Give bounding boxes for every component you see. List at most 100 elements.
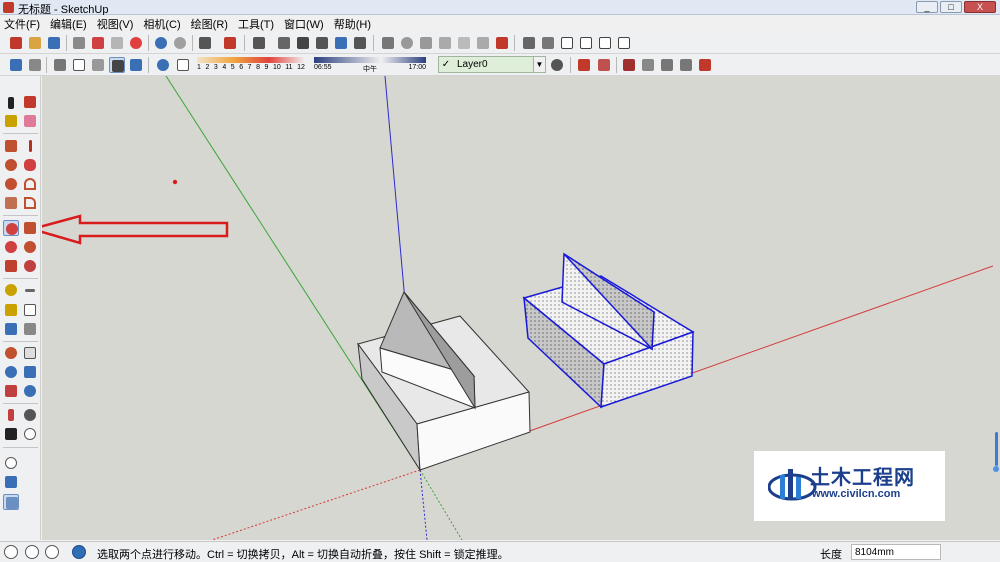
iso-view-icon[interactable] — [314, 35, 330, 51]
dimension-icon[interactable] — [22, 282, 38, 298]
section-plane-icon[interactable] — [22, 426, 38, 442]
menu-view[interactable]: 视图(V) — [97, 16, 134, 32]
menu-file[interactable]: 文件(F) — [4, 16, 40, 32]
geo-location-icon[interactable] — [4, 545, 18, 559]
look-around-icon[interactable] — [22, 407, 38, 423]
share-icon[interactable] — [475, 35, 491, 51]
save-icon[interactable] — [46, 35, 62, 51]
left-view-icon[interactable] — [418, 35, 434, 51]
layer-manager-icon[interactable] — [549, 57, 565, 73]
protractor-icon[interactable] — [3, 302, 19, 318]
two-point-arc-icon[interactable] — [22, 195, 38, 211]
menu-window[interactable]: 窗口(W) — [284, 16, 324, 32]
erase-icon[interactable] — [128, 35, 144, 51]
section-icon[interactable] — [494, 35, 510, 51]
measurements-input[interactable]: 8104mm — [851, 544, 941, 560]
scale-icon[interactable] — [3, 258, 19, 274]
rotate-icon[interactable] — [3, 239, 19, 255]
shadow-month-slider[interactable]: 1 2 3 4 5 6 7 8 9 10 11 12 — [197, 57, 305, 75]
xray-icon[interactable] — [8, 57, 24, 73]
layer-selector[interactable]: ✓ Layer0 ▼ — [438, 56, 546, 73]
model-info-icon[interactable] — [222, 35, 238, 51]
menu-edit[interactable]: 编辑(E) — [50, 16, 87, 32]
undo-icon[interactable] — [153, 35, 169, 51]
group-icon[interactable] — [276, 35, 292, 51]
shaded-icon[interactable] — [90, 57, 106, 73]
redo-icon[interactable] — [172, 35, 188, 51]
front-view-icon[interactable] — [352, 35, 368, 51]
eraser-icon[interactable] — [22, 113, 38, 129]
shadow-time-slider[interactable]: 06:55 中午 17:00 — [314, 57, 426, 75]
menu-camera[interactable]: 相机(C) — [143, 16, 180, 32]
pie-icon[interactable] — [3, 195, 19, 211]
shadow-settings-icon[interactable] — [175, 57, 191, 73]
back-edges-icon[interactable] — [27, 57, 43, 73]
sandbox-scratch-icon[interactable] — [596, 57, 612, 73]
sandbox-contours-icon[interactable] — [576, 57, 592, 73]
menu-tools[interactable]: 工具(T) — [238, 16, 274, 32]
minimize-button[interactable]: _ — [916, 1, 938, 13]
shop-icon[interactable] — [578, 35, 594, 51]
select-icon[interactable] — [3, 94, 19, 110]
circle-icon[interactable] — [3, 157, 19, 173]
help-icon[interactable] — [72, 545, 86, 559]
paint-bucket-icon[interactable] — [3, 113, 19, 129]
orbit-icon[interactable] — [3, 345, 19, 361]
building-icon[interactable] — [616, 35, 632, 51]
monochrome-icon[interactable] — [128, 57, 144, 73]
smoove-icon[interactable] — [621, 57, 637, 73]
shadows-toggle-icon[interactable] — [155, 57, 171, 73]
maximize-button[interactable]: □ — [940, 1, 962, 13]
zoom-extents-icon[interactable] — [3, 383, 19, 399]
chevron-down-icon[interactable]: ▼ — [533, 57, 545, 72]
add-location-icon[interactable] — [3, 455, 19, 471]
offset-icon[interactable] — [22, 258, 38, 274]
drape-icon[interactable] — [659, 57, 675, 73]
photo-texture-icon[interactable] — [3, 494, 19, 510]
new-icon[interactable] — [8, 35, 24, 51]
freehand-icon[interactable] — [22, 157, 38, 173]
text-icon[interactable] — [22, 302, 38, 318]
home-icon[interactable] — [559, 35, 575, 51]
close-button[interactable]: X — [964, 1, 996, 13]
tape-measure-icon[interactable] — [3, 282, 19, 298]
zoom-slider-knob[interactable] — [993, 466, 999, 472]
house-icon[interactable] — [521, 35, 537, 51]
top-view-icon[interactable] — [333, 35, 349, 51]
menu-help[interactable]: 帮助(H) — [334, 16, 371, 32]
arc-icon[interactable] — [22, 176, 38, 192]
warehouse-icon[interactable] — [456, 35, 472, 51]
add-detail-icon[interactable] — [678, 57, 694, 73]
selected-copy-object[interactable] — [522, 252, 695, 409]
make-component-tool-icon[interactable] — [22, 94, 38, 110]
cut-icon[interactable] — [71, 35, 87, 51]
print-icon[interactable] — [197, 35, 213, 51]
pan-icon[interactable] — [22, 345, 38, 361]
position-camera-icon[interactable] — [3, 407, 19, 423]
stamp-icon[interactable] — [640, 57, 656, 73]
menu-draw[interactable]: 绘图(R) — [191, 16, 228, 32]
zoom-slider[interactable] — [993, 432, 999, 472]
paste-icon[interactable] — [109, 35, 125, 51]
copy-icon[interactable] — [90, 35, 106, 51]
roof-icon[interactable] — [597, 35, 613, 51]
box-icon[interactable] — [540, 35, 556, 51]
walk-icon[interactable] — [3, 426, 19, 442]
follow-me-icon[interactable] — [22, 239, 38, 255]
component-icon[interactable] — [251, 35, 267, 51]
camera-icon[interactable] — [437, 35, 453, 51]
rectangle-icon[interactable] — [3, 138, 19, 154]
open-icon[interactable] — [27, 35, 43, 51]
line-icon[interactable] — [22, 138, 38, 154]
axes-icon[interactable] — [3, 321, 19, 337]
right-view-icon[interactable] — [380, 35, 396, 51]
wireframe-icon[interactable] — [52, 57, 68, 73]
back-view-icon[interactable] — [399, 35, 415, 51]
make-component-icon[interactable] — [295, 35, 311, 51]
polygon-icon[interactable] — [3, 176, 19, 192]
3d-text-icon[interactable] — [22, 321, 38, 337]
zoom-window-icon[interactable] — [22, 364, 38, 380]
push-pull-icon[interactable] — [22, 220, 38, 236]
user-icon[interactable] — [45, 545, 59, 559]
previous-view-icon[interactable] — [22, 383, 38, 399]
